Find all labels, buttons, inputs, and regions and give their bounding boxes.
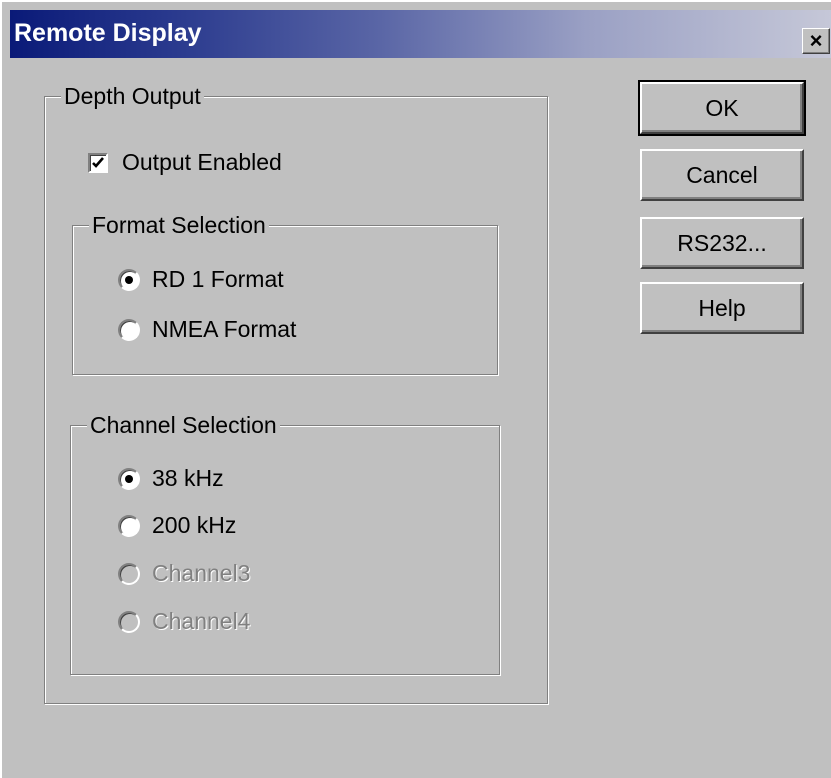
window-title: Remote Display bbox=[14, 19, 202, 47]
channel-selection-group: Channel Selection 38 kHz 200 kHz Channel… bbox=[70, 411, 500, 675]
radio-button[interactable] bbox=[118, 268, 140, 291]
radio-button-disabled bbox=[118, 562, 140, 585]
radio-label: Channel4 bbox=[152, 608, 251, 634]
radio-button[interactable] bbox=[118, 514, 140, 537]
checkmark-icon bbox=[92, 156, 104, 168]
rs232-button[interactable]: RS232... bbox=[640, 217, 804, 269]
ok-button[interactable]: OK bbox=[638, 80, 806, 136]
format-selection-group: Format Selection RD 1 Format NMEA Format bbox=[72, 211, 498, 375]
radio-selected-dot-icon bbox=[125, 275, 133, 284]
radio-button[interactable] bbox=[118, 467, 140, 490]
format-selection-legend: Format Selection bbox=[89, 211, 269, 239]
cancel-button[interactable]: Cancel bbox=[640, 149, 804, 201]
close-button[interactable]: × bbox=[802, 28, 830, 54]
radio-label: RD 1 Format bbox=[152, 266, 284, 292]
radio-channel3: Channel3 bbox=[118, 560, 250, 587]
output-enabled-checkbox-row[interactable]: Output Enabled bbox=[88, 149, 282, 176]
output-enabled-label: Output Enabled bbox=[122, 149, 282, 175]
close-icon: × bbox=[809, 28, 823, 53]
title-bar: Remote Display × bbox=[10, 10, 831, 58]
depth-output-legend: Depth Output bbox=[61, 82, 204, 110]
radio-38khz[interactable]: 38 kHz bbox=[118, 465, 224, 492]
remote-display-dialog: Remote Display × Depth Output Output Ena… bbox=[0, 0, 831, 778]
output-enabled-checkbox[interactable] bbox=[88, 152, 108, 173]
radio-rd1-format[interactable]: RD 1 Format bbox=[118, 266, 284, 293]
radio-label: Channel3 bbox=[152, 560, 251, 586]
radio-label: 200 kHz bbox=[152, 512, 237, 538]
help-button[interactable]: Help bbox=[640, 282, 804, 334]
radio-button[interactable] bbox=[118, 318, 140, 341]
radio-nmea-format[interactable]: NMEA Format bbox=[118, 316, 296, 343]
radio-channel4: Channel4 bbox=[118, 608, 250, 635]
radio-label: 38 kHz bbox=[152, 465, 224, 491]
radio-label: NMEA Format bbox=[152, 316, 297, 342]
channel-selection-legend: Channel Selection bbox=[87, 411, 280, 439]
radio-selected-dot-icon bbox=[125, 474, 133, 483]
depth-output-group: Depth Output Output Enabled Format Selec… bbox=[44, 82, 548, 704]
radio-200khz[interactable]: 200 kHz bbox=[118, 512, 236, 539]
radio-button-disabled bbox=[118, 610, 140, 633]
